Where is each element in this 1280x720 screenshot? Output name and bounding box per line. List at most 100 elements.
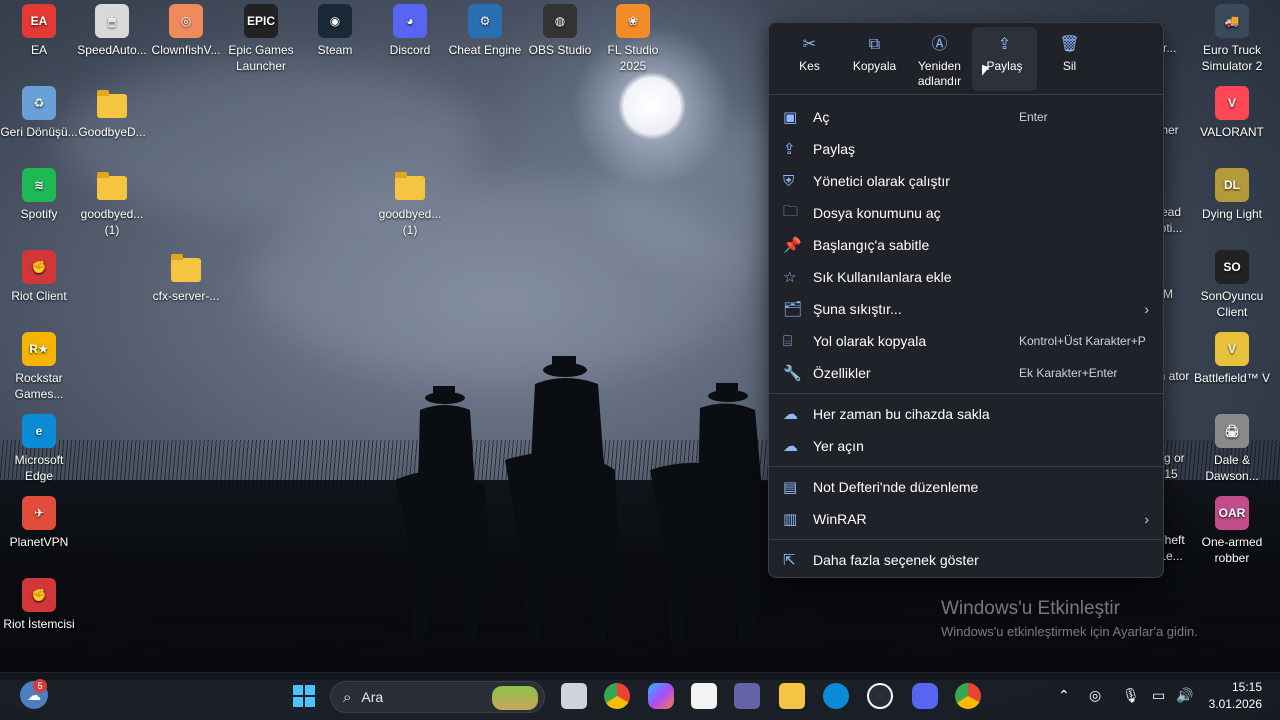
folder-shape [97, 90, 127, 118]
tray-overflow-icon[interactable]: ⌃ [1058, 687, 1070, 704]
desktop-icon-label: PlanetVPN [9, 535, 69, 549]
menu-item[interactable]: ⇱ Daha fazla seçenek göster [769, 544, 1163, 576]
microphone-icon[interactable]: 🎙 [1122, 687, 1140, 704]
winrar-icon: ▥ [783, 511, 798, 528]
menu-item[interactable]: ▥ WinRAR › [769, 503, 1163, 535]
desktop-icon[interactable]: cfx-server-... [147, 250, 225, 304]
rename-icon: Ⓐ [931, 36, 948, 53]
desktop-icon[interactable]: DL Dying Light [1193, 168, 1271, 222]
desktop-icon-label: Cheat Engine [448, 43, 522, 57]
context-menu-toolbar: ✂ Kes ⧉ Kopyala Ⓐ Yeniden adlandır ⇪ Pay… [769, 23, 1163, 95]
copy-path-icon: ⌸ [783, 332, 793, 350]
folder-shape [97, 172, 127, 200]
share-button[interactable]: ⇪ Paylaş [972, 27, 1037, 91]
menu-item[interactable]: ▣ Aç Enter [769, 101, 1163, 133]
menu-item[interactable]: ⌸ Yol olarak kopyala Kontrol+Üst Karakter+… [769, 325, 1163, 357]
desktop-icon[interactable]: V VALORANT [1193, 86, 1271, 140]
desktop-icon[interactable]: ◎ ClownfishV... [147, 4, 225, 58]
app-icon: V [1215, 332, 1249, 366]
menu-item[interactable]: 📌 Başlangıç'a sabitle [769, 229, 1163, 261]
app-icon: 🚚 [1215, 4, 1249, 38]
file-explorer-icon[interactable] [779, 683, 805, 709]
menu-item[interactable]: ⇪ Paylaş [769, 133, 1163, 165]
archive-icon: 🗂 [783, 301, 803, 318]
search-icon: ⌕ [343, 688, 352, 706]
copy-button[interactable]: ⧉ Kopyala [842, 27, 907, 91]
task-view-icon[interactable] [561, 683, 587, 709]
chrome-profile-icon[interactable] [955, 683, 981, 709]
desktop-icon[interactable]: ◉ Steam [296, 4, 374, 58]
desktop-icon-label: FL Studio 2025 [607, 43, 659, 73]
copilot-icon[interactable] [648, 683, 674, 709]
windows-logo-icon [293, 685, 315, 707]
desktop-icon[interactable]: 🖨 Dale & Dawson... [1193, 414, 1271, 484]
volume-icon[interactable]: 🔊 [1176, 687, 1193, 704]
tray-app-icon[interactable]: ◎ [1089, 687, 1101, 704]
menu-item[interactable]: 🗂 Şuna sıkıştır... › [769, 293, 1163, 325]
menu-separator [769, 466, 1163, 467]
open-icon: ▣ [783, 109, 798, 126]
desktop-icon[interactable]: ❀ FL Studio 2025 [594, 4, 672, 74]
taskbar-search[interactable]: ⌕ Ara [330, 681, 545, 713]
clock[interactable]: 15:15 3.01.2026 [1209, 679, 1262, 713]
menu-item[interactable]: 🔧 Özellikler Ek Karakter+Enter [769, 357, 1163, 389]
desktop-icon[interactable]: ◍ OBS Studio [521, 4, 599, 58]
menu-item[interactable]: ☆ Sık Kullanılanlara ekle [769, 261, 1163, 293]
desktop-icon[interactable]: R★ Rockstar Games... [0, 332, 78, 402]
desktop-icon[interactable]: OAR One-armed robber [1193, 496, 1271, 566]
desktop-icon[interactable]: goodbyed... (1) [73, 168, 151, 238]
delete-button[interactable]: 🗑 Sil [1037, 27, 1102, 91]
desktop-icon[interactable]: V Battlefield™ V [1193, 332, 1271, 386]
menu-item-label: Aç [813, 109, 830, 125]
desktop-icon[interactable]: goodbyed... (1) [371, 168, 449, 238]
app-icon: ❀ [616, 4, 650, 38]
desktop-icon[interactable]: ⚙ Cheat Engine [446, 4, 524, 58]
desktop-icon-label: Battlefield™ V [1193, 371, 1271, 385]
menu-item[interactable]: ☁ Yer açın [769, 430, 1163, 462]
desktop-icon[interactable]: ♻ Geri Dönüşü... [0, 86, 78, 140]
rename-button[interactable]: Ⓐ Yeniden adlandır [907, 27, 972, 91]
obs-icon[interactable] [867, 683, 893, 709]
desktop-icon[interactable]: 🚚 Euro Truck Simulator 2 [1193, 4, 1271, 74]
start-button[interactable] [291, 683, 317, 709]
menu-item[interactable]: ⛨ Yönetici olarak çalıştır [769, 165, 1163, 197]
menu-item-shortcut: Kontrol+Üst Karakter+P [1019, 334, 1146, 348]
desktop-icon-label: OBS Studio [528, 43, 592, 57]
desktop-icon[interactable]: ≋ Spotify [0, 168, 78, 222]
desktop-icon-label: Steam [317, 43, 353, 57]
cloud-keep-icon: ☁ [783, 406, 798, 423]
desktop-icon[interactable]: EPIC Epic Games Launcher [222, 4, 300, 74]
menu-item-label: Paylaş [813, 141, 856, 157]
desktop-icon[interactable]: ✊ Riot Client [0, 250, 78, 304]
folder-shape [171, 254, 201, 282]
edge-icon[interactable] [823, 683, 849, 709]
desktop-icon-label: Discord [389, 43, 431, 57]
desktop-icon[interactable]: ◕ Discord [371, 4, 449, 58]
menu-item[interactable]: ☁ Her zaman bu cihazda sakla [769, 398, 1163, 430]
app-icon: ✊ [22, 578, 56, 612]
cut-button[interactable]: ✂ Kes [777, 27, 842, 91]
desktop-icon[interactable]: 🖱 SpeedAuto... [73, 4, 151, 58]
context-menu-items: ▣ Aç Enter ⇪ Paylaş ⛨ Yönetici olarak çalıştır… [769, 95, 1163, 576]
desktop-icon[interactable]: EA EA [0, 4, 78, 58]
desktop-icon[interactable]: e Microsoft Edge [0, 414, 78, 484]
teams-icon[interactable] [734, 683, 760, 709]
rename-label: Yeniden adlandır [917, 59, 962, 88]
discord-icon[interactable] [912, 683, 938, 709]
network-icon[interactable]: ▭ [1152, 687, 1165, 704]
folder-shape [395, 172, 425, 200]
store-icon[interactable] [691, 683, 717, 709]
menu-item-label: Her zaman bu cihazda sakla [813, 406, 990, 422]
menu-item[interactable]: 🗀 Dosya konumunu aç [769, 197, 1163, 229]
menu-item[interactable]: ▤ Not Defteri'nde düzenleme [769, 471, 1163, 503]
cloud-icon: ☁ [783, 438, 798, 455]
desktop-icon[interactable]: ✈ PlanetVPN [0, 496, 78, 550]
desktop-icon-label: Dying Light [1201, 207, 1263, 221]
desktop-icon[interactable]: SO SonOyuncu Client [1193, 250, 1271, 320]
chevron-right-icon: › [1144, 511, 1149, 527]
desktop-icon-label: Riot Client [11, 289, 67, 303]
desktop-icon[interactable]: ✊ Riot İstemcisi [0, 578, 78, 632]
app-icon: V [1215, 86, 1249, 120]
chrome-icon[interactable] [604, 683, 630, 709]
desktop-icon[interactable]: GoodbyeD... [73, 86, 151, 140]
